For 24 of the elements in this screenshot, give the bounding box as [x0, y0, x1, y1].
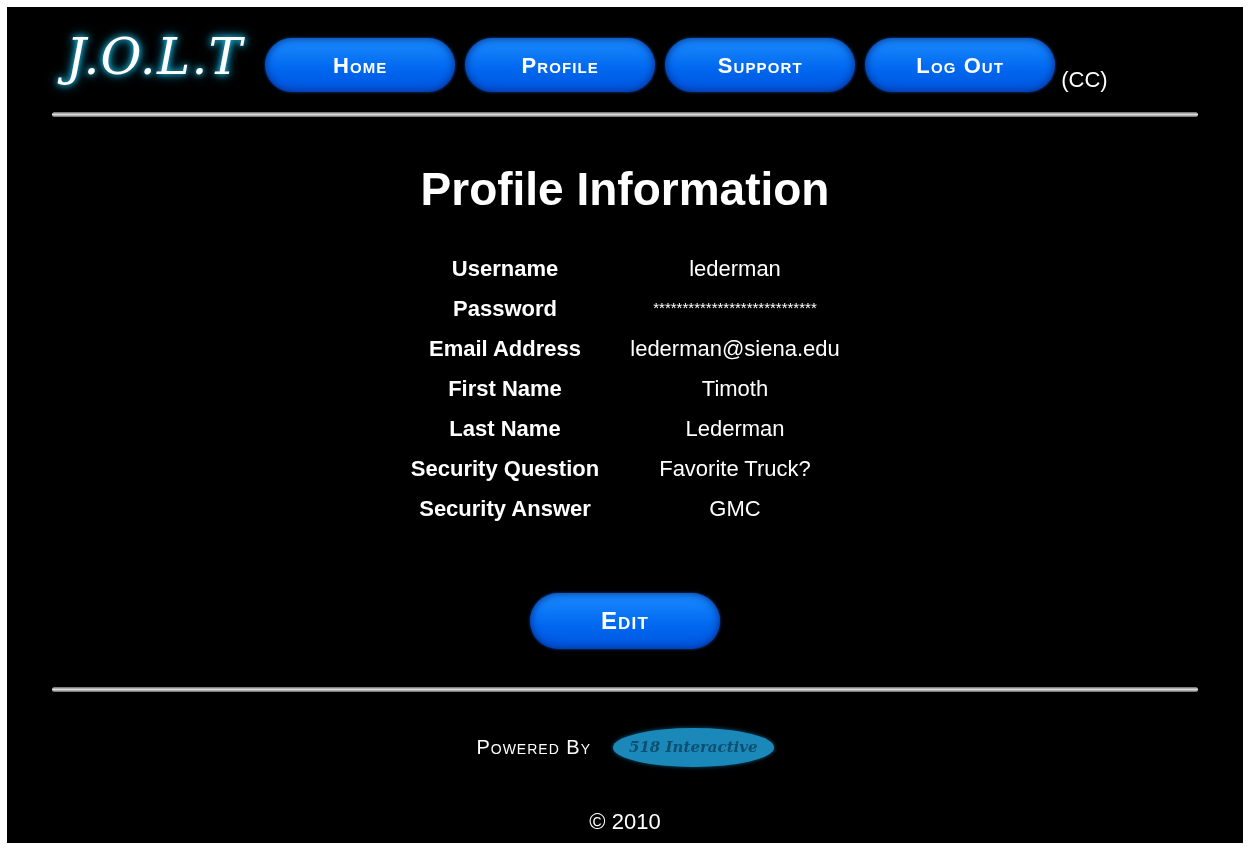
- page-title: Profile Information: [420, 162, 830, 217]
- field-value: lederman: [688, 255, 782, 283]
- field-label: Email Address: [428, 335, 582, 363]
- nav-button[interactable]: Support: [665, 38, 856, 92]
- field-value: ****************************: [652, 298, 818, 319]
- nav-button[interactable]: Home: [265, 38, 456, 92]
- nav-button[interactable]: Log Out: [865, 38, 1056, 92]
- field-label: Security Answer: [418, 495, 592, 523]
- field-label: Security Question: [409, 455, 601, 483]
- cc-link[interactable]: (CC): [1061, 63, 1108, 96]
- field-value: lederman@siena.edu: [629, 335, 841, 363]
- field-value: Timoth: [700, 375, 770, 403]
- nav-button[interactable]: Profile: [465, 38, 656, 92]
- field-value: Favorite Truck?: [658, 455, 812, 483]
- powered-by-label: Powered By: [476, 735, 591, 761]
- field-value: GMC: [708, 495, 762, 523]
- field-label: Password: [452, 295, 558, 323]
- field-label: Last Name: [448, 415, 562, 443]
- copyright-text: © 2010: [589, 807, 661, 836]
- edit-button[interactable]: Edit: [530, 593, 720, 649]
- field-label: Username: [450, 255, 560, 283]
- jolt-logo[interactable]: J.O.L.T: [52, 21, 258, 94]
- field-label: First Name: [447, 375, 563, 403]
- field-value: Lederman: [684, 415, 786, 443]
